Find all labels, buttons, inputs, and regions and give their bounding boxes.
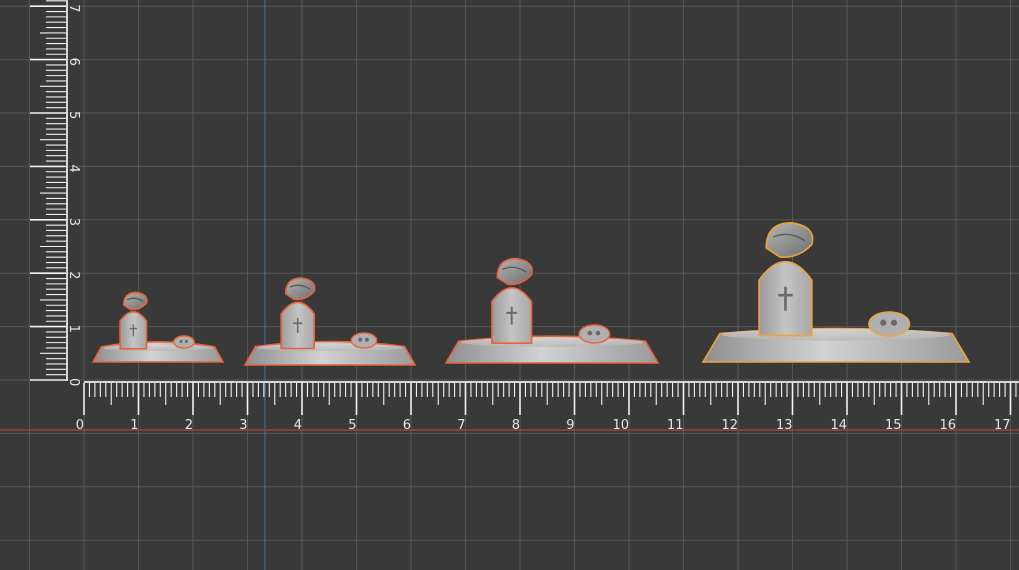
h-ruler-label: 2 [185,418,193,433]
h-ruler-label: 15 [885,418,902,433]
skull-eye-socket [880,319,887,326]
skull-rock [350,332,378,349]
v-ruler-label: 0 [66,378,81,386]
v-ruler-label: 4 [66,164,81,172]
h-ruler-label: 3 [239,418,247,433]
model-base-top [257,343,403,352]
3d-viewport[interactable]: 0 1 2 3 4 5 6 7 8 9 10 11 12 13 14 15 16 17 01234567 [0,0,1019,570]
skull-eye-socket [179,339,183,343]
model-1[interactable] [91,291,225,363]
skull-eye-socket [358,337,363,342]
h-ruler-label: 12 [721,418,738,433]
h-ruler-label: 5 [348,418,356,433]
h-ruler-label: 10 [612,418,629,433]
skull-eye-socket [890,319,898,326]
skull-rock [173,335,195,349]
h-ruler-label: 17 [994,418,1011,433]
skull-rock [868,311,911,337]
h-ruler-label: 9 [566,418,574,433]
crow [496,257,533,286]
crow [284,277,316,301]
v-ruler-label: 7 [66,4,81,12]
h-ruler-label: 0 [76,418,84,433]
model-base-top [102,344,214,351]
vertical-ruler[interactable]: 0 1 2 3 4 5 6 7 [30,0,81,386]
h-ruler-label: 4 [294,418,302,433]
v-ruler-label: 1 [66,325,81,333]
skull-eye-socket [184,339,188,343]
h-ruler-label: 14 [830,418,847,433]
h-ruler-label: 13 [776,418,793,433]
model-2[interactable] [243,277,417,366]
h-ruler-label: 16 [939,418,956,433]
model-base-top [460,337,644,347]
crow [765,221,814,258]
v-ruler-label: 6 [66,58,81,66]
skull-eye-socket [595,330,601,336]
model-4[interactable] [701,221,971,363]
h-ruler-label: 8 [512,418,520,433]
v-ruler-label: 2 [66,271,81,279]
h-ruler-baseline [84,381,1019,383]
skull-eye-socket [365,337,369,342]
skull-rock [578,324,611,344]
model-group[interactable] [91,221,971,366]
v-ruler-label: 5 [66,111,81,119]
horizontal-ruler[interactable]: 0 1 2 3 4 5 6 7 8 9 10 11 12 13 14 15 16 17 [76,381,1019,433]
h-ruler-label: 7 [457,418,465,433]
crow [122,291,148,311]
h-ruler-label: 11 [667,418,684,433]
viewport-scene[interactable]: 0 1 2 3 4 5 6 7 8 9 10 11 12 13 14 15 16 17 01234567 [0,0,1019,570]
model-3[interactable] [444,257,660,364]
v-ruler-label: 3 [66,218,81,226]
h-ruler-label: 1 [130,418,138,433]
model-base-top [722,328,950,341]
h-ruler-label: 6 [403,418,411,433]
skull-eye-socket [587,330,593,336]
